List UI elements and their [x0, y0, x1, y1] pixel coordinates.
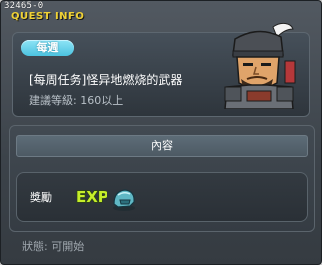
quest-name: [每周任务]怪异地燃烧的武器: [29, 73, 183, 87]
weekly-badge: 每週: [21, 40, 74, 56]
content-panel: 內容 獎勵 EXP: [9, 125, 315, 232]
window-title: QUEST INFO: [11, 11, 85, 22]
exp-icon[interactable]: EXP: [75, 185, 107, 207]
content-section-header: 內容: [16, 135, 308, 157]
quest-status: 狀態: 可開始: [22, 240, 85, 253]
reward-label: 獎勵: [30, 191, 52, 204]
helmet-item-icon[interactable]: [110, 186, 138, 212]
quest-info-window: 32465-0 QUEST INFO 每週 [每周任务]怪异地燃烧的武器 建議等…: [0, 0, 322, 265]
reward-box: 獎勵 EXP: [16, 172, 308, 222]
recommended-level: 建議等級: 160以上: [29, 94, 124, 107]
npc-portrait-icon: [224, 22, 296, 109]
quest-id: 32465-0: [4, 1, 44, 11]
svg-text:EXP: EXP: [76, 188, 107, 206]
